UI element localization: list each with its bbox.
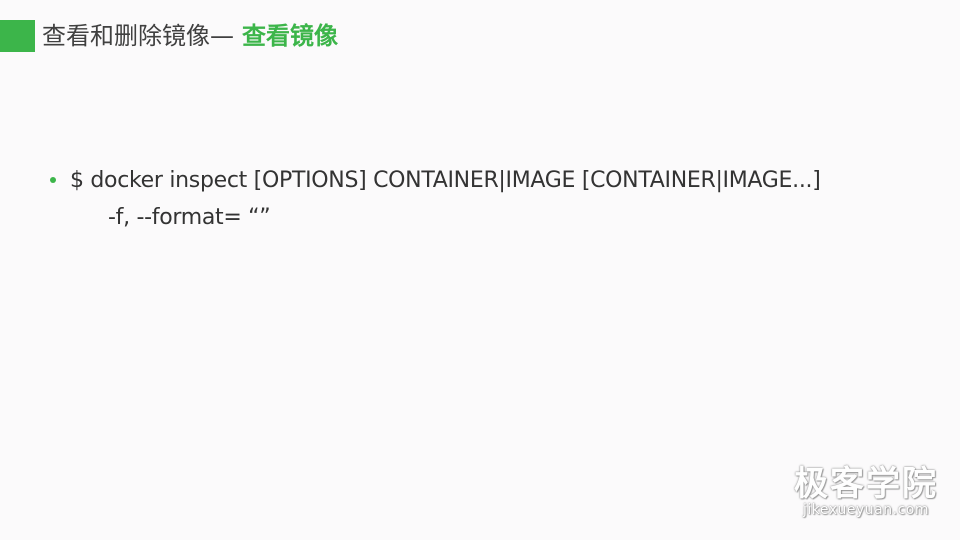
- title-accent-bar: [0, 20, 35, 52]
- bullet-item: $ docker inspect [OPTIONS] CONTAINER|IMA…: [50, 163, 821, 197]
- command-text: $ docker inspect [OPTIONS] CONTAINER|IMA…: [70, 167, 821, 193]
- slide-title: 查看和删除镜像— 查看镜像: [42, 19, 338, 53]
- watermark-brand: 极客学院: [794, 464, 938, 504]
- bullet-list: $ docker inspect [OPTIONS] CONTAINER|IMA…: [50, 163, 821, 233]
- title-prefix: 查看和删除镜像—: [42, 22, 234, 50]
- title-highlight: 查看镜像: [242, 22, 338, 50]
- watermark-url: jikexueyuan.com: [803, 502, 929, 518]
- option-text: -f, --format= “”: [108, 205, 271, 230]
- slide: 查看和删除镜像— 查看镜像 $ docker inspect [OPTIONS] …: [0, 0, 960, 540]
- bullet-dot-icon: [50, 177, 56, 183]
- watermark-logo: 极客学院 jikexueyuan.com: [794, 466, 938, 518]
